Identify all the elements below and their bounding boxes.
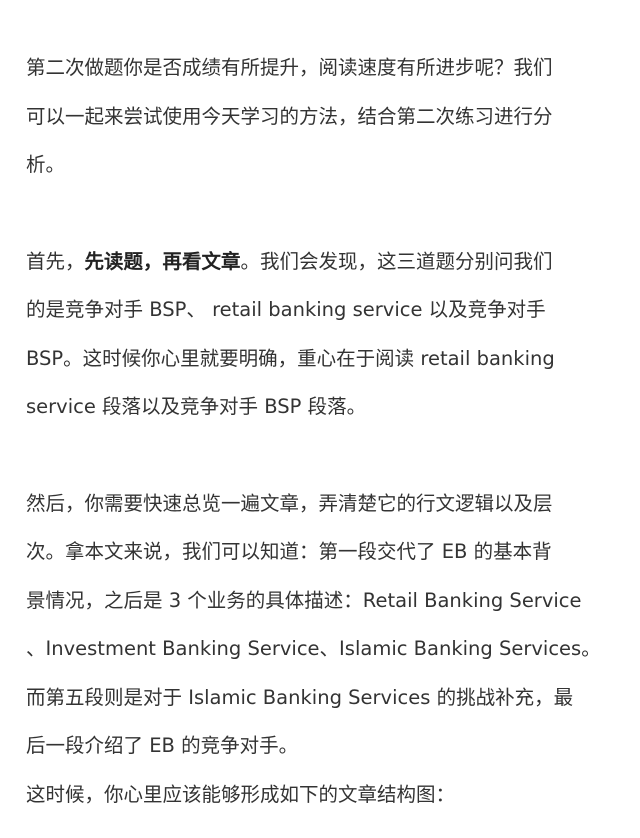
text-line: 次。拿本文来说，我们可以知道：第一段交代了 EB 的基本背: [26, 540, 552, 563]
text-line: 而第五段则是对于 Islamic Banking Services 的挑战补充，…: [26, 685, 574, 709]
text-line: 景情况，之后是 3 个业务的具体描述：Retail Banking Servic…: [26, 588, 582, 612]
text-line: 首先，先读题，再看文章。我们会发现，这三道题分别问我们: [26, 238, 630, 287]
text-line: 可以一起来尝试使用今天学习的方法，结合第二次练习进行分: [26, 104, 553, 128]
paragraph-2: 首先，先读题，再看文章。我们会发现，这三道题分别问我们 的是竞争对手 BSP、 …: [26, 238, 630, 432]
text-line: 然后，你需要快速总览一遍文章，弄清楚它的行文逻辑以及层: [26, 491, 553, 515]
text-line: 第二次做题你是否成绩有所提升，阅读速度有所进步呢？我们: [26, 56, 553, 79]
text-line: service 段落以及竞争对手 BSP 段落。: [26, 395, 367, 418]
text-line: 析。: [26, 153, 66, 176]
text-line: 、Investment Banking Service、Islamic Bank…: [26, 637, 601, 660]
text-line: 后一段介绍了 EB 的竞争对手。: [26, 734, 299, 757]
paragraph-3: 然后，你需要快速总览一遍文章，弄清楚它的行文逻辑以及层 次。拿本文来说，我们可以…: [26, 480, 630, 771]
paragraph-1: 第二次做题你是否成绩有所提升，阅读速度有所进步呢？我们 可以一起来尝试使用今天学…: [26, 44, 630, 190]
text-run: 。我们会发现，这三道题分别问我们: [240, 249, 553, 273]
paragraph-4: 这时候，你心里应该能够形成如下的文章结构图：: [26, 771, 630, 820]
emphasis-text: 先读题，再看文章: [84, 249, 241, 273]
text-line: 这时候，你心里应该能够形成如下的文章结构图：: [26, 782, 456, 806]
text-line: BSP。这时候你心里就要明确，重心在于阅读 retail banking: [26, 346, 555, 370]
text-run: 首先，: [26, 249, 85, 273]
article-body: 第二次做题你是否成绩有所提升，阅读速度有所进步呢？我们 可以一起来尝试使用今天学…: [26, 44, 630, 819]
text-line: 的是竞争对手 BSP、 retail banking service 以及竞争对…: [26, 298, 546, 321]
